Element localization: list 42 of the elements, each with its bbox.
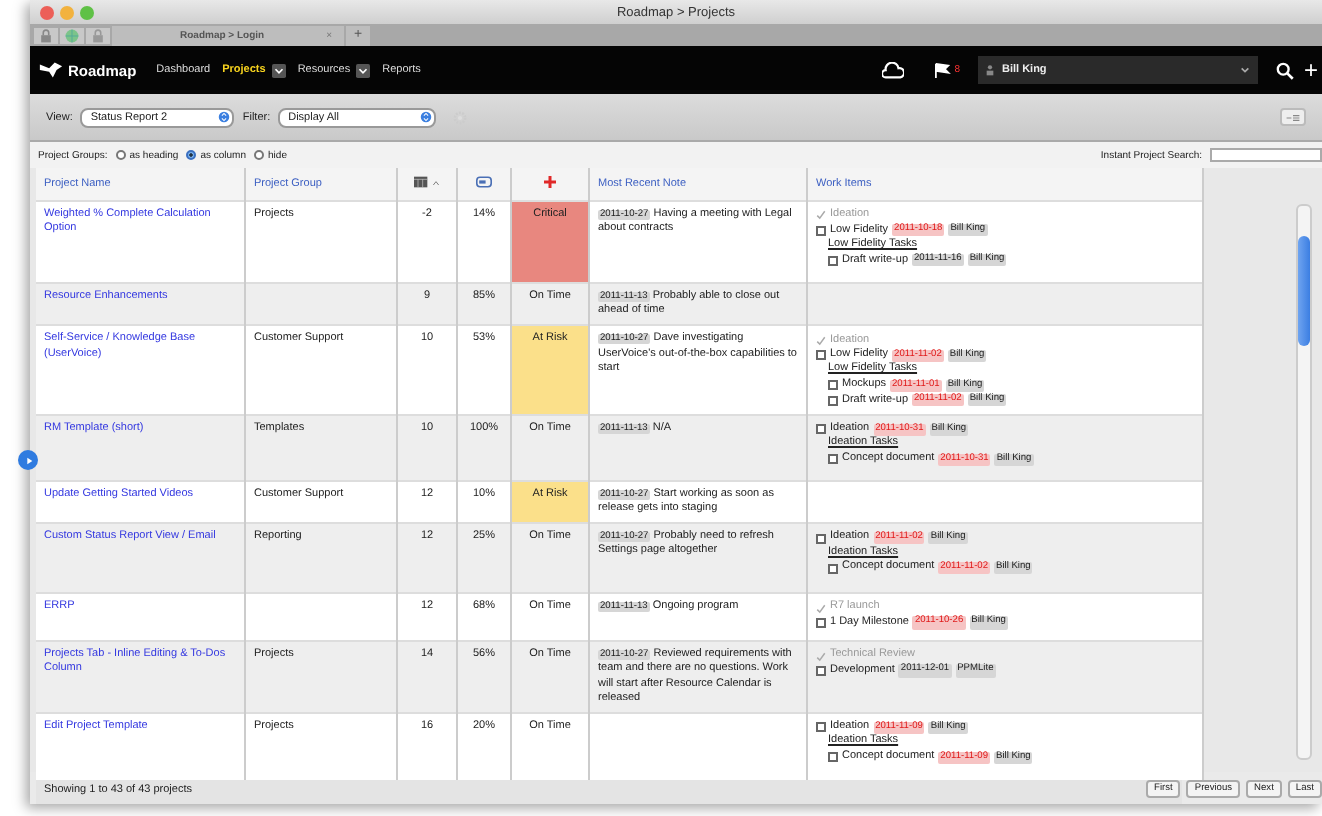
expand-button[interactable] [18,450,38,470]
collapse-button[interactable] [1280,108,1306,126]
checkmark-icon[interactable] [816,651,826,661]
radio-button[interactable] [186,150,197,160]
checkbox[interactable] [816,618,826,628]
scrollbar[interactable] [1296,204,1312,760]
bird-logo-icon [38,60,64,80]
person-icon [985,64,994,76]
checkbox[interactable] [828,255,838,266]
close-window-button[interactable] [40,5,54,19]
checkbox[interactable] [828,752,838,763]
gauge-icon[interactable] [476,176,492,188]
checkbox[interactable] [828,380,838,391]
medical-cross-icon[interactable] [542,176,558,188]
search-icon[interactable] [1275,61,1294,79]
stepper-icon [218,110,231,124]
caret-icon [1239,66,1250,74]
checkmark-icon[interactable] [816,210,826,221]
dropdown-icon[interactable] [356,63,371,77]
search-field[interactable] [1210,148,1322,162]
checkbox[interactable] [828,454,838,465]
checkbox[interactable] [816,666,826,676]
list-icon [1286,113,1300,121]
play-icon [23,455,33,465]
add-button[interactable]: + [1303,58,1318,82]
dropdown-icon[interactable] [271,63,286,77]
checkbox[interactable] [816,424,826,435]
calendar-icon[interactable] [414,176,430,188]
scroll-thumb[interactable] [1298,236,1310,346]
checkbox[interactable] [816,533,826,543]
cloud-icon[interactable] [882,61,905,79]
checkbox[interactable] [828,563,838,573]
stepper-icon [420,110,433,124]
checkbox[interactable] [828,395,838,406]
radio-button[interactable] [254,150,265,160]
flag-icon[interactable] [934,62,953,78]
checkmark-icon[interactable] [816,335,826,346]
checkmark-icon[interactable] [816,603,826,613]
checkbox[interactable] [816,225,826,236]
checkbox[interactable] [816,722,826,733]
radio-button[interactable] [115,150,126,160]
checkbox[interactable] [816,350,826,361]
